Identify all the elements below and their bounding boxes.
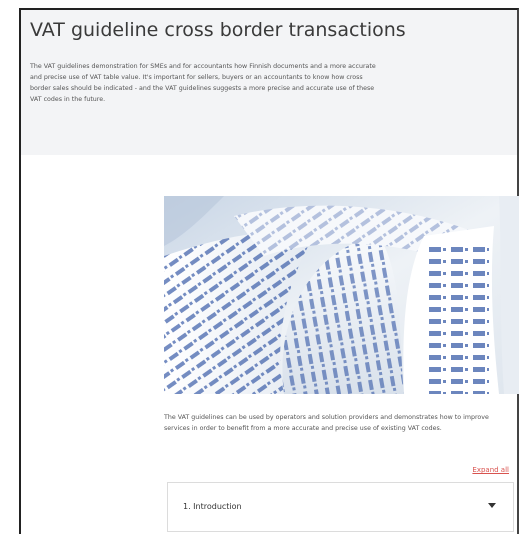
hero-image [164, 196, 519, 394]
accordion-item-label: 1. Introduction [183, 502, 242, 511]
page-frame: VAT guideline cross border transactions … [19, 8, 519, 534]
page-header: VAT guideline cross border transactions … [21, 10, 517, 155]
expand-all-link[interactable]: Expand all [472, 466, 509, 474]
chevron-down-icon [488, 503, 496, 508]
accordion-item-introduction[interactable]: 1. Introduction [167, 482, 514, 532]
page-title: VAT guideline cross border transactions [30, 19, 406, 41]
description-paragraph: The VAT guidelines can be used by operat… [164, 414, 489, 432]
intro-paragraph: The VAT guidelines demonstration for SME… [30, 63, 376, 103]
